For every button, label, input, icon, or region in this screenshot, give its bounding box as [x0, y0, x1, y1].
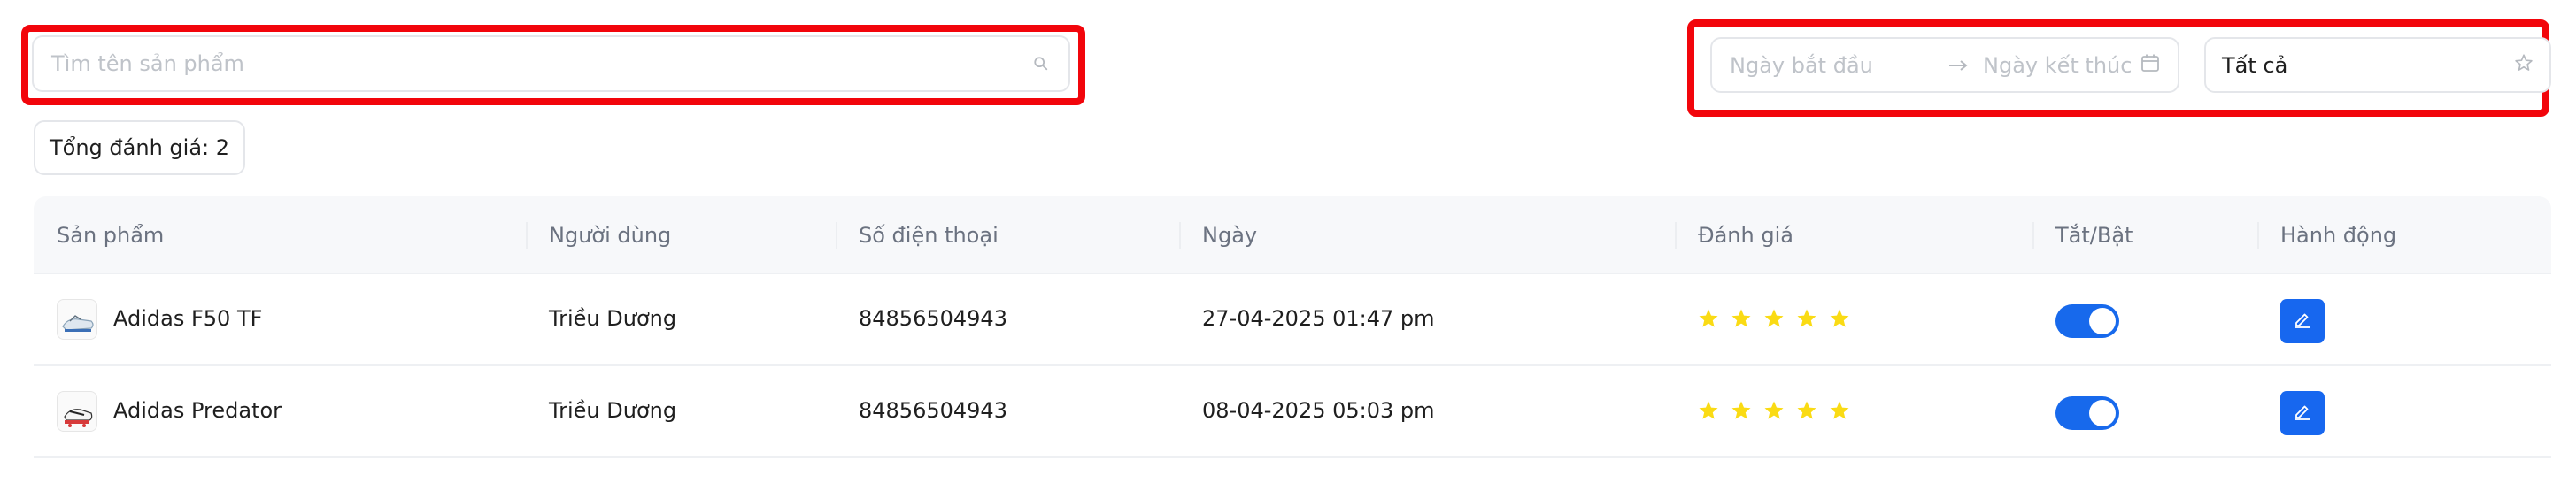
column-separator: [836, 222, 837, 249]
edit-icon: [2293, 310, 2312, 333]
star-outline-icon: [2514, 53, 2534, 78]
star-icon: [1731, 308, 1752, 329]
product-thumbnail: [57, 391, 97, 432]
column-header-rating: Đánh giá: [1698, 223, 1793, 248]
column-header-toggle: Tắt/Bật: [2055, 223, 2133, 248]
star-icon: [1829, 308, 1850, 329]
review-date: 27-04-2025 01:47 pm: [1202, 306, 1435, 331]
column-separator: [2032, 222, 2034, 249]
status-filter-select[interactable]: Tất cả: [2204, 37, 2551, 93]
enable-toggle[interactable]: [2055, 304, 2119, 338]
rating-stars: [1698, 400, 1850, 421]
toggle-knob: [2089, 308, 2116, 334]
enable-toggle[interactable]: [2055, 396, 2119, 430]
status-filter-value: Tất cả: [2222, 52, 2288, 78]
column-header-product: Sản phẩm: [57, 223, 165, 248]
phone-number: 84856504943: [859, 306, 1007, 331]
table-row: Adidas Predator Triều Dương 84856504943 …: [34, 366, 2551, 458]
column-separator: [1179, 222, 1181, 249]
arrow-right-icon: [1933, 59, 1983, 72]
calendar-icon[interactable]: [2140, 53, 2160, 78]
column-separator: [2257, 222, 2259, 249]
column-header-phone: Số điện thoại: [859, 223, 999, 248]
star-icon: [1829, 400, 1850, 421]
reviews-table: Sản phẩm Người dùng Số điện thoại Ngày Đ…: [34, 196, 2551, 458]
column-header-actions: Hành động: [2280, 223, 2397, 248]
search-placeholder: Tìm tên sản phẩm: [51, 51, 244, 76]
star-icon: [1698, 308, 1719, 329]
product-name[interactable]: Adidas Predator: [113, 398, 282, 423]
date-range-picker[interactable]: Ngày bắt đầu Ngày kết thúc: [1710, 37, 2179, 93]
star-icon: [1731, 400, 1752, 421]
column-header-date: Ngày: [1202, 223, 1258, 248]
star-icon: [1763, 308, 1785, 329]
star-icon: [1763, 400, 1785, 421]
column-header-user: Người dùng: [549, 223, 672, 248]
star-icon: [1796, 400, 1817, 421]
search-input[interactable]: Tìm tên sản phẩm: [32, 35, 1070, 92]
reviews-page: Tìm tên sản phẩm Ngày bắt đầu Ngày kết t…: [0, 0, 2576, 483]
table-row: Adidas F50 TF Triều Dương 84856504943 27…: [34, 274, 2551, 366]
product-name[interactable]: Adidas F50 TF: [113, 306, 262, 331]
rating-stars: [1698, 308, 1850, 329]
column-separator: [1675, 222, 1677, 249]
phone-number: 84856504943: [859, 398, 1007, 423]
end-date-input[interactable]: Ngày kết thúc: [1983, 53, 2140, 78]
product-thumbnail: [57, 299, 97, 340]
edit-icon: [2293, 402, 2312, 425]
toggle-knob: [2089, 400, 2116, 426]
star-icon: [1796, 308, 1817, 329]
search-icon[interactable]: [1031, 54, 1051, 73]
column-separator: [526, 222, 528, 249]
edit-button[interactable]: [2280, 391, 2325, 435]
edit-button[interactable]: [2280, 299, 2325, 343]
user-name: Triều Dương: [549, 398, 677, 423]
star-icon: [1698, 400, 1719, 421]
review-date: 08-04-2025 05:03 pm: [1202, 398, 1435, 423]
user-name: Triều Dương: [549, 306, 677, 331]
start-date-input[interactable]: Ngày bắt đầu: [1730, 53, 1933, 78]
table-header: Sản phẩm Người dùng Số điện thoại Ngày Đ…: [34, 196, 2551, 274]
total-reviews-badge: Tổng đánh giá: 2: [34, 120, 246, 175]
